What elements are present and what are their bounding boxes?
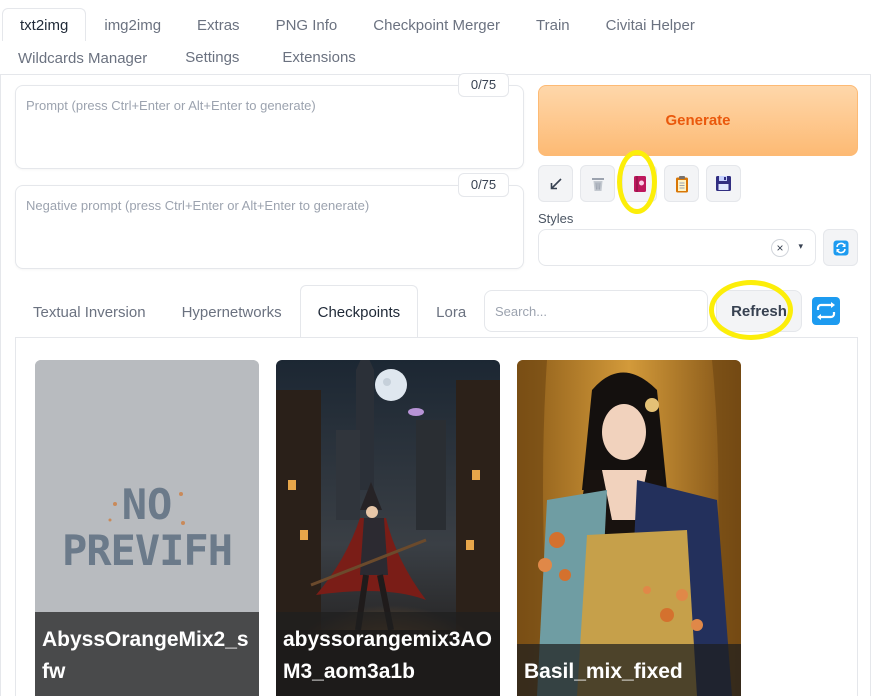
clear-styles-icon[interactable]: × xyxy=(771,239,789,257)
prompt-input[interactable] xyxy=(16,86,523,168)
cycle-refresh-button[interactable] xyxy=(812,297,840,325)
trash-icon xyxy=(591,177,604,191)
checkpoint-card-3[interactable]: Basil_mix_fixed xyxy=(517,360,741,696)
card-title: AbyssOrangeMix2_sfw xyxy=(35,612,259,696)
read-params-icon xyxy=(550,177,562,189)
styles-label: Styles xyxy=(538,211,574,226)
generate-button[interactable]: Generate xyxy=(538,85,858,156)
prompt-box: 0/75 xyxy=(15,73,524,169)
show-extra-networks-button[interactable] xyxy=(622,165,657,202)
clear-prompt-button[interactable] xyxy=(580,165,615,202)
tab-lora[interactable]: Lora xyxy=(418,285,484,338)
tab-settings[interactable]: Settings xyxy=(167,41,257,73)
negative-prompt-box: 0/75 xyxy=(15,173,524,269)
tab-png-info[interactable]: PNG Info xyxy=(258,8,356,41)
chevron-down-icon[interactable]: ▾ xyxy=(798,241,803,252)
tab-extensions[interactable]: Extensions xyxy=(264,41,373,73)
read-params-button[interactable] xyxy=(538,165,573,202)
refresh-icon xyxy=(833,240,848,255)
floppy-disk-icon xyxy=(716,176,731,191)
tab-img2img[interactable]: img2img xyxy=(86,8,179,41)
tab-wildcards-manager[interactable]: Wildcards Manager xyxy=(0,41,165,74)
tab-extras[interactable]: Extras xyxy=(179,8,258,41)
refresh-styles-button[interactable] xyxy=(823,229,858,266)
show-extra-networks-icon xyxy=(633,175,646,192)
negative-prompt-token-counter: 0/75 xyxy=(458,173,509,197)
no-preview-label: NO xyxy=(121,480,173,529)
refresh-button[interactable]: Refresh xyxy=(716,290,802,332)
tab-civitai-helper[interactable]: Civitai Helper xyxy=(588,8,713,41)
paste-style-button[interactable] xyxy=(664,165,699,202)
clipboard-icon xyxy=(675,175,688,192)
negative-prompt-input[interactable] xyxy=(16,186,523,268)
tab-txt2img[interactable]: txt2img xyxy=(2,8,87,41)
top-tabs: txt2img img2img Extras PNG Info Checkpoi… xyxy=(0,8,875,74)
no-preview-label-2: PREVIFH xyxy=(61,526,233,575)
tab-checkpoints[interactable]: Checkpoints xyxy=(299,285,419,338)
tab-textual-inversion[interactable]: Textual Inversion xyxy=(15,285,164,338)
card-title: Basil_mix_fixed xyxy=(517,644,741,696)
checkpoint-card-1[interactable]: NO PREVIFH AbyssOrangeMix2_sfw xyxy=(35,360,259,696)
tab-hypernetworks[interactable]: Hypernetworks xyxy=(164,285,300,338)
checkpoint-card-2[interactable]: abyssorangemix3AOM3_aom3a1b xyxy=(276,360,500,696)
cycle-arrows-icon xyxy=(816,302,836,320)
card-title: abyssorangemix3AOM3_aom3a1b xyxy=(276,612,500,696)
styles-dropdown[interactable]: × ▾ xyxy=(538,229,816,266)
tab-checkpoint-merger[interactable]: Checkpoint Merger xyxy=(355,8,518,41)
prompt-token-counter: 0/75 xyxy=(458,73,509,97)
tab-train[interactable]: Train xyxy=(518,8,588,41)
search-input[interactable] xyxy=(485,291,707,331)
search-box xyxy=(484,290,708,332)
save-style-button[interactable] xyxy=(706,165,741,202)
extra-networks-tabs: Textual Inversion Hypernetworks Checkpoi… xyxy=(15,285,484,338)
